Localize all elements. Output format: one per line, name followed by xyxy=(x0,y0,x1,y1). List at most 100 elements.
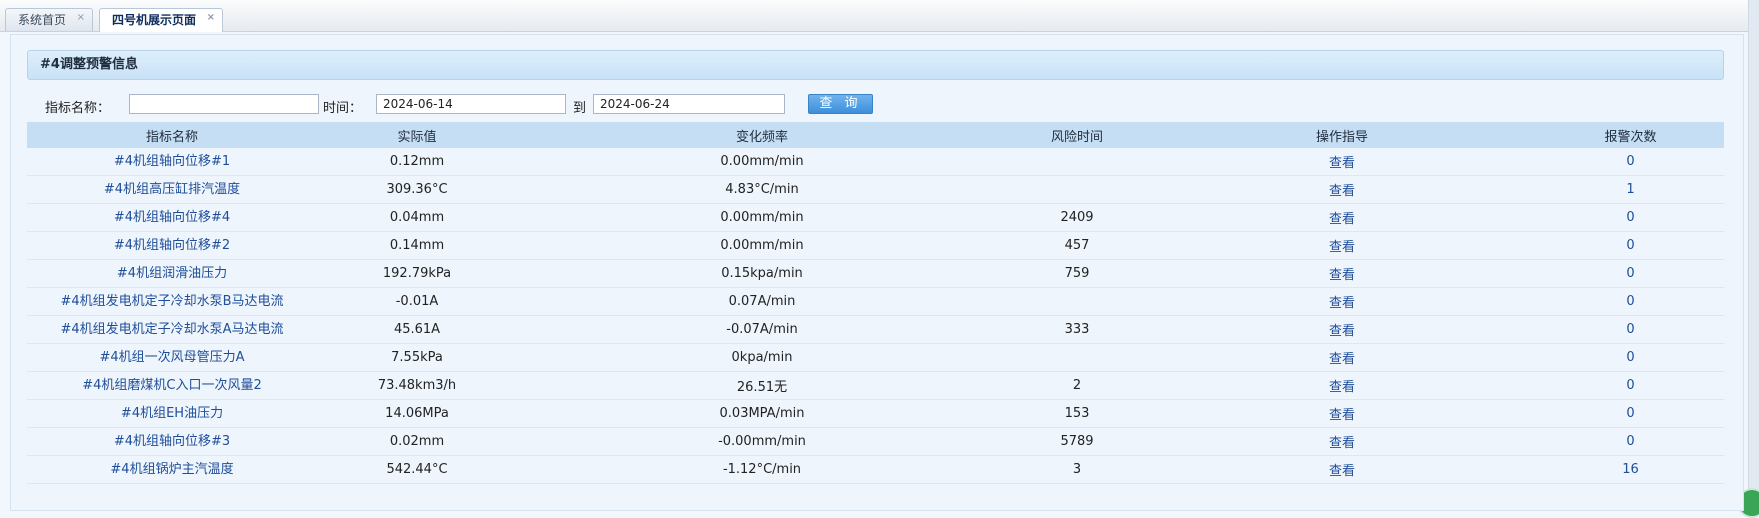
indicator-name-cell[interactable]: #4机组轴向位移#3 xyxy=(27,427,317,456)
end-date-input[interactable] xyxy=(593,94,785,114)
close-icon[interactable]: × xyxy=(207,7,215,29)
change-rate-cell: 0.00mm/min xyxy=(517,148,1007,176)
indicator-name-input[interactable] xyxy=(129,94,319,114)
risk-time-cell: 759 xyxy=(1007,259,1147,288)
indicator-name-cell[interactable]: #4机组磨煤机C入口一次风量2 xyxy=(27,371,317,400)
change-rate-cell: 0.15kpa/min xyxy=(517,259,1007,288)
header-actual-value: 实际值 xyxy=(317,122,517,148)
right-scrollbar[interactable] xyxy=(1748,0,1759,511)
actual-value-cell: -0.01A xyxy=(317,287,517,316)
view-link[interactable]: 查看 xyxy=(1147,399,1537,428)
view-link[interactable]: 查看 xyxy=(1147,231,1537,260)
alarm-count-cell: 0 xyxy=(1537,259,1724,288)
header-operation-guide: 操作指导 xyxy=(1147,122,1537,148)
indicator-name-cell[interactable]: #4机组润滑油压力 xyxy=(27,259,317,288)
warning-table: 指标名称 实际值 变化频率 风险时间 操作指导 报警次数 #4机组轴向位移#1 0… xyxy=(27,122,1724,484)
risk-time-cell: 2409 xyxy=(1007,203,1147,232)
indicator-name-cell[interactable]: #4机组发电机定子冷却水泵B马达电流 xyxy=(27,287,317,316)
indicator-name-cell[interactable]: #4机组高压缸排汽温度 xyxy=(27,175,317,204)
view-link[interactable]: 查看 xyxy=(1147,371,1537,400)
table-row: #4机组轴向位移#2 0.14mm 0.00mm/min 457 查看 0 xyxy=(27,231,1724,260)
risk-time-cell xyxy=(1007,148,1147,176)
risk-time-cell: 333 xyxy=(1007,315,1147,344)
table-row: #4机组磨煤机C入口一次风量2 73.48km3/h 26.51无 2 查看 0 xyxy=(27,371,1724,400)
alarm-count-cell: 16 xyxy=(1537,455,1724,484)
table-row: #4机组轴向位移#3 0.02mm -0.00mm/min 5789 查看 0 xyxy=(27,427,1724,456)
alarm-count-cell: 0 xyxy=(1537,148,1724,176)
tab-home-label: 系统首页 xyxy=(18,13,67,27)
tab-unit4-display[interactable]: 四号机展示页面 × xyxy=(99,7,224,32)
table-row: #4机组一次风母管压力A 7.55kPa 0kpa/min 查看 0 xyxy=(27,343,1724,372)
indicator-name-cell[interactable]: #4机组轴向位移#4 xyxy=(27,203,317,232)
actual-value-cell: 0.02mm xyxy=(317,427,517,456)
view-link[interactable]: 查看 xyxy=(1147,259,1537,288)
table-row: #4机组高压缸排汽温度 309.36°C 4.83°C/min 查看 1 xyxy=(27,175,1724,204)
risk-time-cell xyxy=(1007,175,1147,204)
actual-value-cell: 73.48km3/h xyxy=(317,371,517,400)
alarm-count-cell: 0 xyxy=(1537,203,1724,232)
view-link[interactable]: 查看 xyxy=(1147,343,1537,372)
view-link[interactable]: 查看 xyxy=(1147,203,1537,232)
alarm-count-cell: 0 xyxy=(1537,343,1724,372)
table-row: #4机组EH油压力 14.06MPa 0.03MPA/min 153 查看 0 xyxy=(27,399,1724,428)
view-link[interactable]: 查看 xyxy=(1147,175,1537,204)
query-button[interactable]: 查 询 xyxy=(808,94,873,114)
risk-time-cell: 457 xyxy=(1007,231,1147,260)
actual-value-cell: 14.06MPa xyxy=(317,399,517,428)
table-row: #4机组发电机定子冷却水泵A马达电流 45.61A -0.07A/min 333 查看 0 xyxy=(27,315,1724,344)
risk-time-cell: 153 xyxy=(1007,399,1147,428)
header-risk-time: 风险时间 xyxy=(1007,122,1147,148)
header-indicator-name: 指标名称 xyxy=(27,122,317,148)
table-row: #4机组锅炉主汽温度 542.44°C -1.12°C/min 3 查看 16 xyxy=(27,455,1724,484)
view-link[interactable]: 查看 xyxy=(1147,148,1537,176)
table-row: #4机组轴向位移#1 0.12mm 0.00mm/min 查看 0 xyxy=(27,148,1724,176)
header-change-rate: 变化频率 xyxy=(517,122,1007,148)
alarm-count-cell: 0 xyxy=(1537,315,1724,344)
panel-title: #4调整预警信息 xyxy=(27,50,1724,80)
tab-bar: 系统首页 × 四号机展示页面 × xyxy=(0,0,1759,32)
view-link[interactable]: 查看 xyxy=(1147,427,1537,456)
actual-value-cell: 7.55kPa xyxy=(317,343,517,372)
alarm-count-cell: 1 xyxy=(1537,175,1724,204)
change-rate-cell: 0.00mm/min xyxy=(517,203,1007,232)
change-rate-cell: -1.12°C/min xyxy=(517,455,1007,484)
actual-value-cell: 0.14mm xyxy=(317,231,517,260)
change-rate-cell: 26.51无 xyxy=(517,371,1007,400)
actual-value-cell: 309.36°C xyxy=(317,175,517,204)
view-link[interactable]: 查看 xyxy=(1147,455,1537,484)
table-row: #4机组轴向位移#4 0.04mm 0.00mm/min 2409 查看 0 xyxy=(27,203,1724,232)
risk-time-cell: 2 xyxy=(1007,371,1147,400)
actual-value-cell: 0.04mm xyxy=(317,203,517,232)
alarm-count-cell: 0 xyxy=(1537,231,1724,260)
indicator-name-cell[interactable]: #4机组EH油压力 xyxy=(27,399,317,428)
indicator-name-cell[interactable]: #4机组一次风母管压力A xyxy=(27,343,317,372)
indicator-name-cell[interactable]: #4机组发电机定子冷却水泵A马达电流 xyxy=(27,315,317,344)
indicator-name-cell[interactable]: #4机组轴向位移#1 xyxy=(27,148,317,176)
time-label: 时间： xyxy=(323,101,363,116)
actual-value-cell: 45.61A xyxy=(317,315,517,344)
table-row: #4机组发电机定子冷却水泵B马达电流 -0.01A 0.07A/min 查看 0 xyxy=(27,287,1724,316)
actual-value-cell: 192.79kPa xyxy=(317,259,517,288)
risk-time-cell: 5789 xyxy=(1007,427,1147,456)
table-header-row: 指标名称 实际值 变化频率 风险时间 操作指导 报警次数 xyxy=(27,122,1724,148)
indicator-name-cell[interactable]: #4机组轴向位移#2 xyxy=(27,231,317,260)
change-rate-cell: -0.07A/min xyxy=(517,315,1007,344)
indicator-name-label: 指标名称： xyxy=(45,101,111,116)
view-link[interactable]: 查看 xyxy=(1147,315,1537,344)
change-rate-cell: 4.83°C/min xyxy=(517,175,1007,204)
change-rate-cell: 0kpa/min xyxy=(517,343,1007,372)
change-rate-cell: 0.00mm/min xyxy=(517,231,1007,260)
change-rate-cell: -0.00mm/min xyxy=(517,427,1007,456)
indicator-name-cell[interactable]: #4机组锅炉主汽温度 xyxy=(27,455,317,484)
risk-time-cell xyxy=(1007,343,1147,372)
start-date-input[interactable] xyxy=(376,94,566,114)
tab-home[interactable]: 系统首页 × xyxy=(5,7,94,31)
alarm-count-cell: 0 xyxy=(1537,399,1724,428)
actual-value-cell: 0.12mm xyxy=(317,148,517,176)
view-link[interactable]: 查看 xyxy=(1147,287,1537,316)
header-alarm-count: 报警次数 xyxy=(1537,122,1724,148)
alarm-count-cell: 0 xyxy=(1537,427,1724,456)
table-row: #4机组润滑油压力 192.79kPa 0.15kpa/min 759 查看 0 xyxy=(27,259,1724,288)
risk-time-cell xyxy=(1007,287,1147,316)
close-icon[interactable]: × xyxy=(77,7,85,29)
